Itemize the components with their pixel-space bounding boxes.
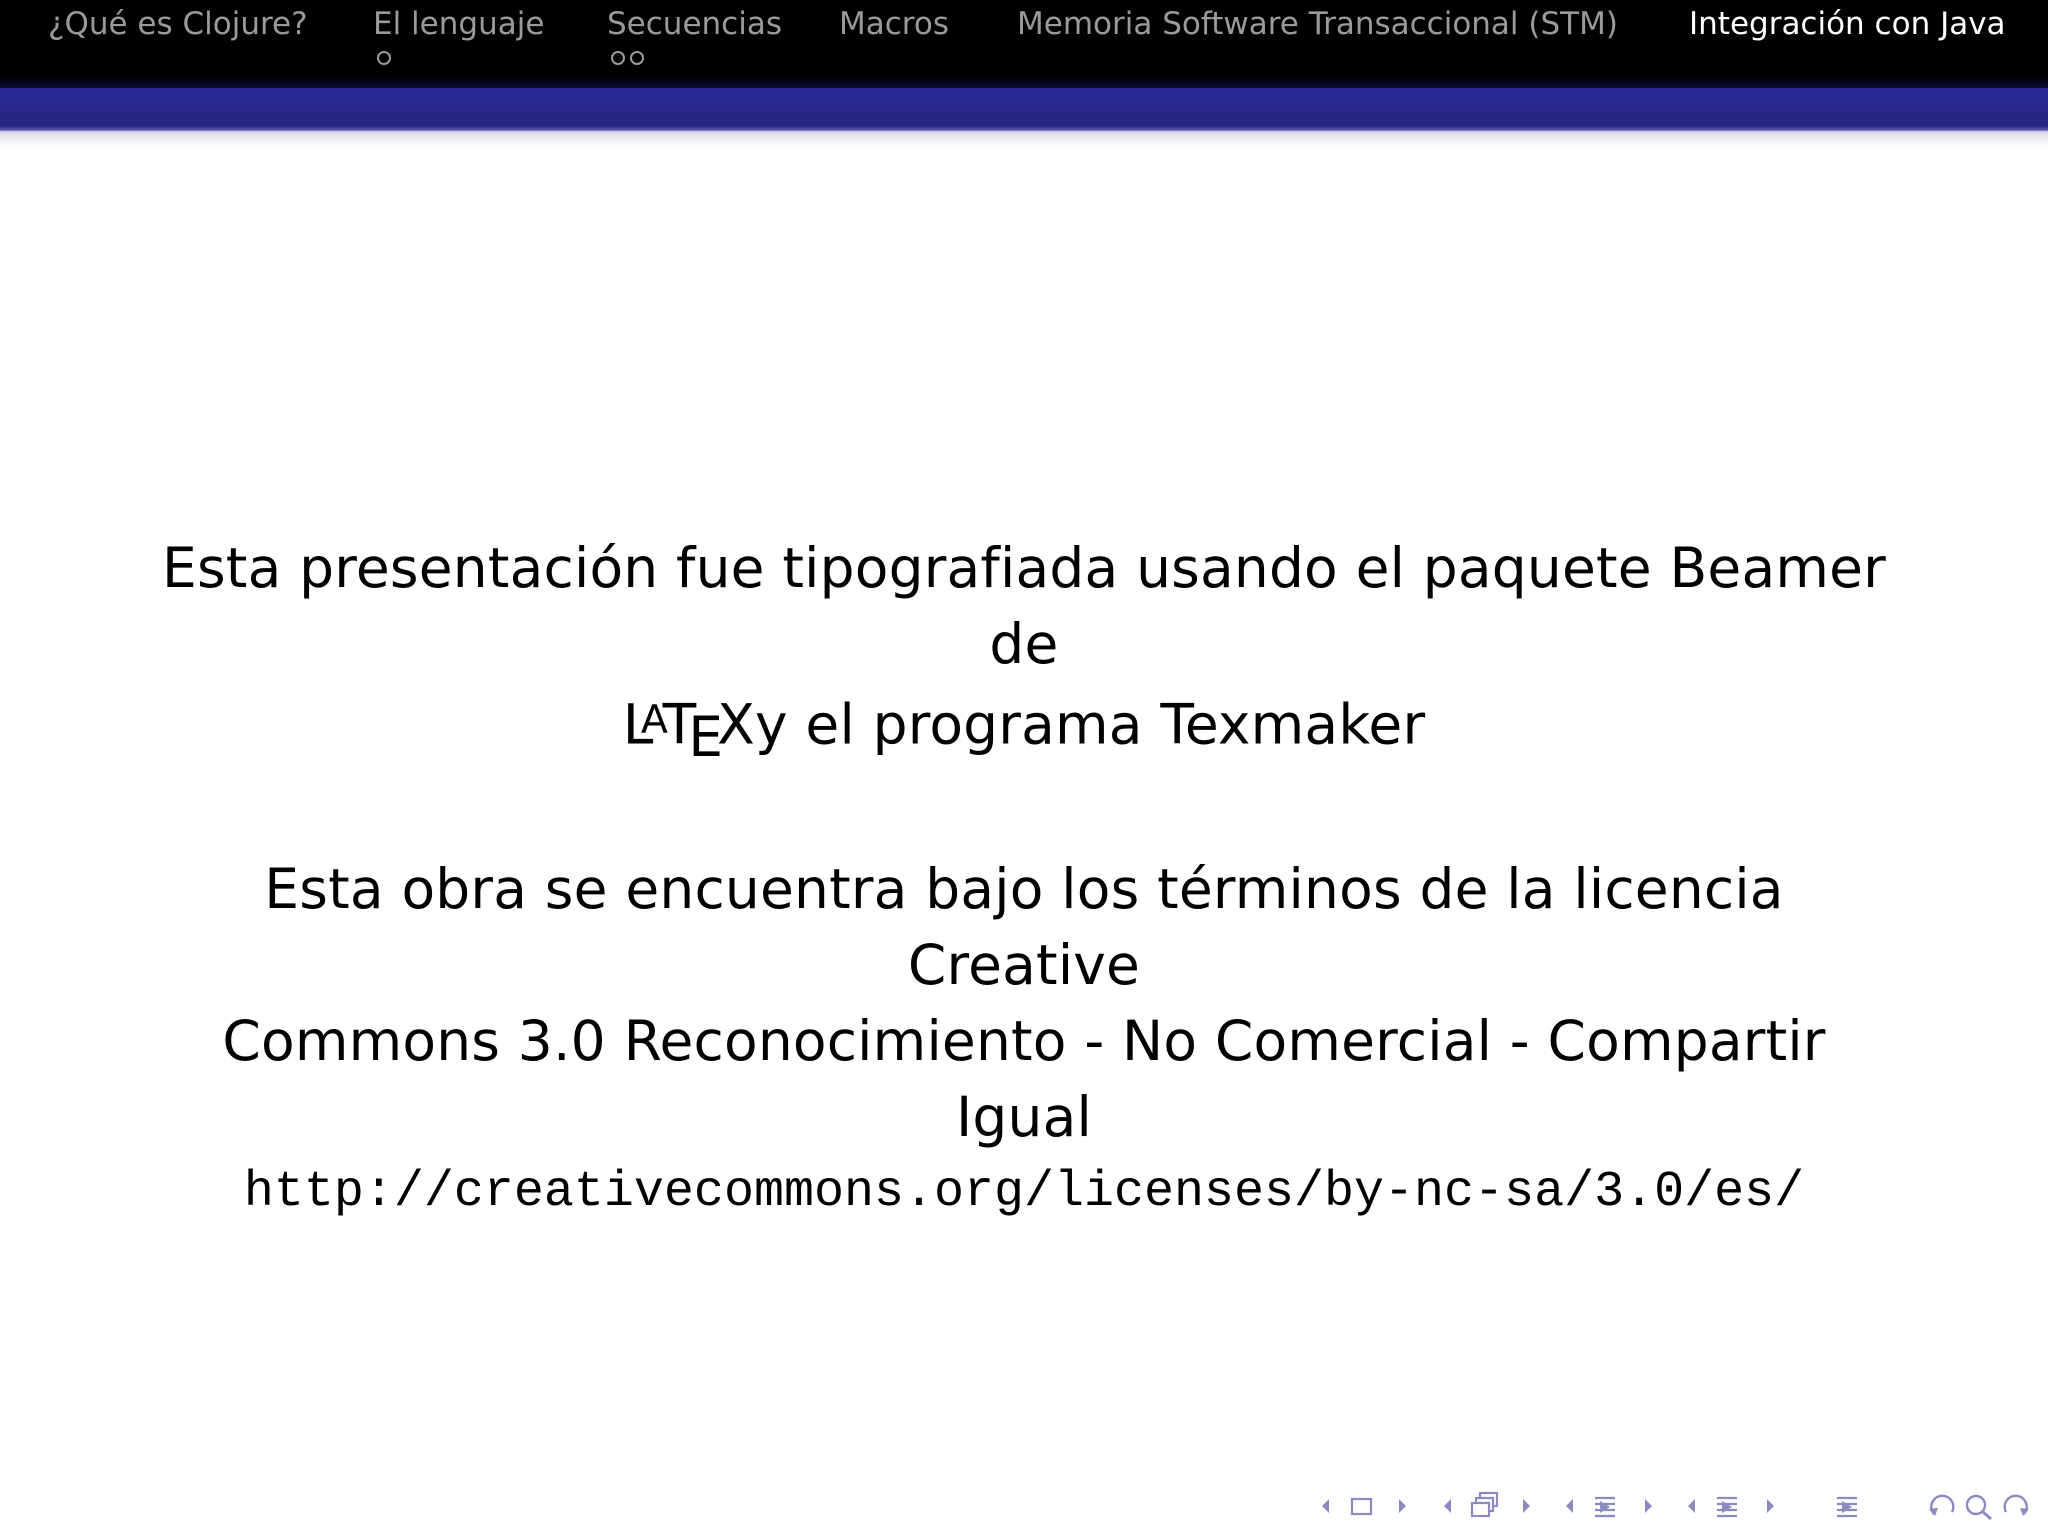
nav-section-secuencias[interactable]: Secuencias bbox=[607, 4, 782, 82]
footer-navigation-symbols bbox=[1310, 1488, 2040, 1524]
arrow-right-icon[interactable] bbox=[1396, 1488, 1410, 1524]
subsection-dot[interactable] bbox=[377, 50, 391, 65]
arrow-left-icon[interactable] bbox=[1440, 1488, 1454, 1524]
frame-icon[interactable] bbox=[1470, 1488, 1502, 1524]
nav-section-label: El lenguaje bbox=[373, 6, 545, 42]
section-icon[interactable] bbox=[1714, 1488, 1740, 1524]
arrow-left-icon[interactable] bbox=[1318, 1488, 1332, 1524]
section-navigation-bar: ¿Qué es Clojure? El lenguaje Secuencias … bbox=[0, 0, 2048, 88]
license-notice: Esta obra se encuentra bajo los términos… bbox=[160, 851, 1888, 1155]
credit-text: Esta presentación fue tipografiada usand… bbox=[162, 536, 1886, 676]
credit-text-rest: y el programa Texmaker bbox=[754, 692, 1426, 757]
align-icon[interactable] bbox=[1834, 1488, 1860, 1524]
nav-section-macros[interactable]: Macros bbox=[839, 4, 949, 82]
arrow-right-icon[interactable] bbox=[1520, 1488, 1534, 1524]
nav-section-label: ¿Qué es Clojure? bbox=[48, 6, 308, 42]
license-url[interactable]: http://creativecommons.org/licenses/by-n… bbox=[160, 1157, 1888, 1229]
license-line-1: Esta obra se encuentra bajo los términos… bbox=[264, 857, 1784, 998]
arrow-right-icon[interactable] bbox=[1642, 1488, 1656, 1524]
subsection-dots bbox=[377, 44, 544, 68]
subsection-dot[interactable] bbox=[630, 50, 644, 65]
frame-title-band bbox=[0, 88, 2048, 132]
latex-logo: LATEX bbox=[622, 692, 755, 770]
band-shadow bbox=[0, 132, 2048, 146]
nav-section-label: Memoria Software Transaccional (STM) bbox=[1017, 6, 1618, 42]
slide-content: Esta presentación fue tipografiada usand… bbox=[160, 530, 1888, 1229]
nav-section-label: Secuencias bbox=[607, 6, 782, 42]
nav-section-el-lenguaje[interactable]: El lenguaje bbox=[373, 4, 544, 82]
undo-icon[interactable] bbox=[1924, 1488, 1958, 1524]
nav-section-label: Macros bbox=[839, 6, 949, 42]
nav-section-stm[interactable]: Memoria Software Transaccional (STM) bbox=[1017, 4, 1618, 82]
redo-icon[interactable] bbox=[2000, 1488, 2034, 1524]
license-line-2: Commons 3.0 Reconocimiento - No Comercia… bbox=[222, 1009, 1826, 1150]
nav-section-que-es-clojure[interactable]: ¿Qué es Clojure? bbox=[48, 4, 308, 82]
nav-section-integracion-java[interactable]: Integración con Java bbox=[1689, 4, 2006, 82]
subsection-dots bbox=[611, 44, 782, 68]
search-icon[interactable] bbox=[1962, 1488, 1996, 1524]
slide: ¿Qué es Clojure? El lenguaje Secuencias … bbox=[0, 0, 2048, 1536]
arrow-left-icon[interactable] bbox=[1684, 1488, 1698, 1524]
slide-icon[interactable] bbox=[1350, 1488, 1374, 1524]
subsection-dot[interactable] bbox=[611, 50, 625, 65]
nav-section-label: Integración con Java bbox=[1689, 6, 2006, 42]
subsection-icon[interactable] bbox=[1592, 1488, 1618, 1524]
typesetting-credit: Esta presentación fue tipografiada usand… bbox=[160, 530, 1888, 775]
arrow-right-icon[interactable] bbox=[1764, 1488, 1778, 1524]
arrow-left-icon[interactable] bbox=[1562, 1488, 1576, 1524]
